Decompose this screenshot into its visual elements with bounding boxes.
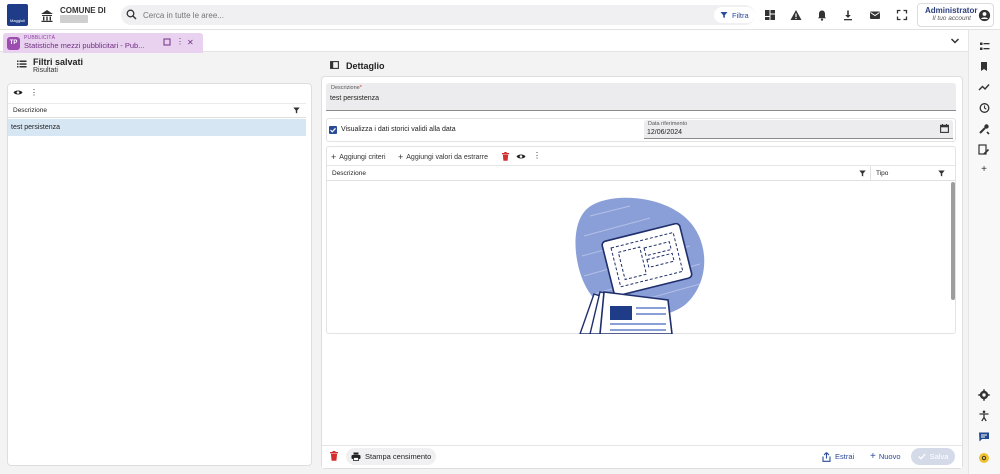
tab-more-icon[interactable]: ⋮	[176, 37, 184, 46]
description-label: Descrizione*	[331, 85, 362, 91]
search-input[interactable]	[143, 8, 643, 22]
close-icon[interactable]: ✕	[187, 38, 194, 47]
download-icon[interactable]	[840, 7, 856, 23]
add-criteria-label: Aggiungi criteri	[339, 153, 386, 161]
comune-label: COMUNE DI	[60, 6, 106, 15]
account-icon[interactable]	[976, 7, 992, 23]
saved-filters-panel	[7, 83, 312, 466]
fullscreen-icon[interactable]	[894, 7, 910, 23]
saved-filters-header	[8, 103, 306, 118]
brand-logo[interactable]: Maggioli	[7, 4, 28, 26]
right-sidebar	[968, 30, 1000, 474]
history-checkbox[interactable]	[329, 126, 337, 134]
add-values-label: Aggiungi valori da estrarre	[406, 153, 488, 161]
collapse-panel-icon[interactable]	[330, 61, 339, 69]
list-view-icon	[17, 60, 27, 68]
print-icon	[351, 452, 361, 461]
add-values-button[interactable]: + Aggiungi valori da estrarre	[398, 152, 488, 162]
plus-icon: +	[331, 152, 337, 162]
plus-icon: +	[870, 451, 876, 462]
edit-note-icon[interactable]	[977, 143, 991, 157]
more-options-icon[interactable]: ⋮	[30, 88, 38, 97]
column-filter-icon[interactable]	[293, 107, 300, 114]
delete-button[interactable]	[330, 451, 338, 461]
account-name: Administrator	[925, 6, 978, 15]
chat-icon[interactable]	[977, 430, 991, 444]
calendar-icon[interactable]	[940, 124, 949, 133]
column-filter-icon[interactable]	[938, 170, 945, 177]
brand-logo-text: Maggioli	[10, 18, 25, 23]
extract-label: Estrai	[835, 452, 855, 461]
column-filter-icon[interactable]	[859, 170, 866, 177]
column-header-tipo[interactable]: Tipo	[876, 170, 888, 177]
tools-icon[interactable]	[977, 122, 991, 136]
dashboard-icon[interactable]	[762, 7, 778, 23]
history-icon[interactable]	[977, 101, 991, 115]
detail-title: Dettaglio	[346, 61, 385, 71]
add-criteria-button[interactable]: + Aggiungi criteri	[331, 152, 386, 162]
filter-button[interactable]: Filtra	[714, 7, 755, 23]
description-input[interactable]	[330, 92, 930, 104]
account-subtitle: Il tuo account	[932, 15, 971, 22]
reference-date-input[interactable]	[647, 127, 767, 137]
more-options-icon[interactable]: ⋮	[533, 151, 541, 160]
mail-icon[interactable]	[867, 7, 883, 23]
eye-icon[interactable]	[516, 153, 526, 160]
list-icon[interactable]	[977, 39, 991, 53]
trend-icon[interactable]	[977, 80, 991, 94]
bookmark-icon[interactable]	[977, 59, 991, 73]
share-icon	[822, 451, 831, 462]
saved-filters-title: Filtri salvati	[33, 57, 84, 67]
column-divider[interactable]	[870, 166, 871, 181]
home-icon[interactable]	[39, 8, 55, 23]
extract-button[interactable]: Estrai	[818, 448, 858, 465]
saved-filters-subtitle: Risultati	[33, 67, 58, 74]
column-header-descrizione[interactable]: Descrizione	[13, 107, 47, 114]
search-icon	[126, 9, 137, 20]
warning-icon[interactable]	[788, 7, 804, 23]
new-label: Nuovo	[878, 452, 901, 461]
trash-icon[interactable]	[502, 152, 509, 161]
settings-icon[interactable]	[977, 388, 991, 402]
bell-icon[interactable]	[814, 7, 830, 23]
filter-label: Filtra	[732, 10, 749, 20]
save-label: Salva	[929, 452, 949, 461]
filter-icon	[720, 12, 728, 18]
print-census-label: Stampa censimento	[365, 452, 432, 461]
comune-name-redacted	[60, 15, 88, 23]
check-icon	[917, 453, 926, 460]
help-icon[interactable]	[977, 451, 991, 465]
table-cell-descrizione: test persistenza	[11, 124, 61, 131]
column-header-descrizione[interactable]: Descrizione	[332, 170, 366, 177]
empty-state-illustration	[570, 196, 720, 334]
tab-badge: TP	[7, 37, 20, 50]
print-census-button[interactable]: Stampa censimento	[346, 448, 437, 465]
tab-title: Statistiche mezzi pubblicitari - Pub...	[24, 41, 145, 50]
history-checkbox-label[interactable]: Visualizza i dati storici validi alla da…	[341, 126, 456, 133]
new-button[interactable]: + Nuovo	[866, 448, 905, 465]
vertical-scrollbar[interactable]	[951, 182, 955, 300]
description-label-text: Descrizione	[331, 85, 360, 91]
add-icon[interactable]: +	[977, 162, 991, 176]
pin-icon[interactable]	[163, 38, 171, 46]
save-button[interactable]: Salva	[911, 448, 955, 465]
eye-icon[interactable]	[13, 89, 23, 96]
required-marker: *	[359, 85, 362, 91]
chevron-down-icon[interactable]	[950, 37, 960, 45]
accessibility-icon[interactable]	[977, 409, 991, 423]
plus-icon: +	[398, 152, 404, 162]
